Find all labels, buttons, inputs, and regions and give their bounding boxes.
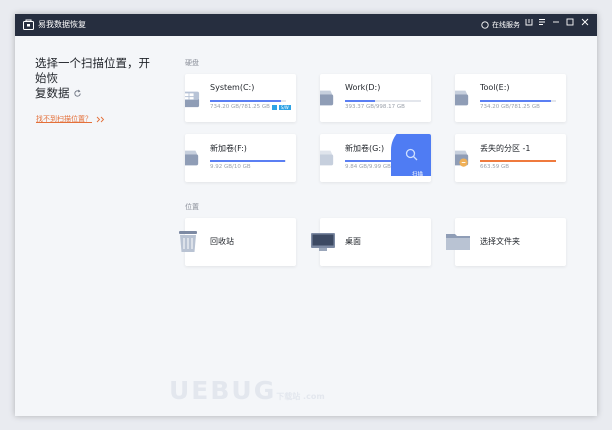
hard-drive-icon — [455, 90, 469, 106]
watermark-main: UEBUG — [169, 376, 277, 405]
disk-size: 9.92 GB/10 GB — [210, 164, 251, 170]
disk-usage-fill — [345, 100, 375, 102]
location-name: 桌面 — [345, 237, 361, 246]
disk-usage-bar — [210, 160, 286, 162]
location-desktop[interactable]: 桌面 — [311, 218, 431, 266]
folder-icon — [446, 234, 470, 250]
disk-usage-bar — [480, 160, 556, 162]
windows-drive-icon — [185, 91, 200, 108]
upload-icon — [525, 19, 533, 26]
heading-line-1: 选择一个扫描位置，开始恢 — [35, 56, 150, 85]
location-name: 回收站 — [210, 237, 234, 246]
maximize-button[interactable] — [563, 17, 577, 32]
disk-card-f[interactable]: 新加卷(F:) 9.92 GB/10 GB — [185, 134, 296, 182]
disk-name: 新加卷(G:) — [345, 144, 385, 153]
menu-icon — [539, 19, 545, 25]
location-name: 选择文件夹 — [480, 237, 520, 246]
disk-usage-fill — [480, 100, 552, 102]
hard-drive-icon — [320, 90, 334, 106]
windows-badge-icon — [271, 104, 277, 110]
upload-button[interactable] — [522, 17, 536, 32]
minimize-icon — [553, 21, 559, 23]
close-icon — [581, 18, 589, 26]
online-service-label: 在线服务 — [492, 21, 520, 29]
heading-line-2: 复数据 — [35, 86, 70, 100]
disk-size: 734.20 GB/781.25 GB S/W — [210, 104, 291, 110]
disk-card-lost-partition[interactable]: 丢失的分区 -1 663.59 GB — [455, 134, 566, 182]
disk-size: 663.59 GB — [480, 164, 510, 170]
disk-name: System(C:) — [210, 83, 255, 92]
cant-find-location-link[interactable]: 找不到扫描位置？ — [36, 114, 105, 124]
disk-size-text: 734.20 GB/781.25 GB — [210, 104, 270, 110]
page-heading: 选择一个扫描位置，开始恢 复数据 — [35, 56, 160, 101]
disk-usage-fill — [210, 160, 286, 162]
location-choose-folder[interactable]: 选择文件夹 — [446, 218, 566, 266]
double-chevron-right-icon — [96, 116, 105, 122]
disk-usage-bar — [480, 100, 556, 102]
disk-usage-bar — [210, 100, 286, 102]
maximize-icon — [566, 18, 574, 26]
app-title: 易我数据恢复 — [38, 20, 86, 29]
refresh-icon[interactable] — [73, 89, 82, 98]
cant-find-location-label: 找不到扫描位置？ — [36, 115, 92, 123]
watermark-sub: 下载站 .com — [276, 392, 325, 401]
hard-drive-icon — [320, 150, 334, 166]
recycle-bin-icon — [179, 231, 197, 252]
disk-card-g[interactable]: 新加卷(G:) 9.84 GB/9.99 GB 扫描 — [320, 134, 431, 182]
disk-size: 393.37 GB/998.17 GB — [345, 104, 405, 110]
system-badge: S/W — [278, 104, 291, 110]
disk-usage-fill — [210, 100, 282, 102]
app-window: 易我数据恢复 在线服务 选择一个扫描位置，开始恢 复数据 找不到扫描位置？ 硬盘… — [15, 14, 597, 416]
location-recycle-bin[interactable]: 回收站 — [179, 218, 296, 266]
disk-card-c[interactable]: System(C:) 734.20 GB/781.25 GB S/W — [185, 74, 296, 122]
watermark: UEBUG下载站 .com — [169, 376, 325, 405]
close-button[interactable] — [578, 17, 592, 32]
online-service-button[interactable]: 在线服务 — [481, 18, 520, 32]
locations-section-label: 位置 — [185, 203, 199, 211]
minimize-button[interactable] — [549, 17, 563, 32]
disk-name: 丢失的分区 -1 — [480, 144, 531, 153]
title-bar: 易我数据恢复 在线服务 — [15, 14, 597, 36]
disk-size: 734.20 GB/781.25 GB — [480, 104, 540, 110]
scan-magnifier-icon — [405, 148, 418, 161]
disks-section-label: 硬盘 — [185, 59, 199, 67]
disk-name: Tool(E:) — [480, 83, 510, 92]
desktop-monitor-icon — [311, 233, 335, 251]
lost-partition-drive-icon — [455, 150, 469, 167]
hard-drive-icon — [185, 150, 199, 166]
scan-label: 扫描 — [411, 172, 423, 178]
disk-size: 9.84 GB/9.99 GB — [345, 164, 391, 170]
menu-button[interactable] — [535, 17, 549, 32]
disk-card-d[interactable]: Work(D:) 393.37 GB/998.17 GB — [320, 74, 431, 122]
disk-usage-bar — [345, 100, 421, 102]
disk-card-e[interactable]: Tool(E:) 734.20 GB/781.25 GB — [455, 74, 566, 122]
disk-name: 新加卷(F:) — [210, 144, 247, 153]
headset-icon — [481, 21, 489, 29]
app-logo-icon — [23, 19, 34, 30]
disk-name: Work(D:) — [345, 83, 381, 92]
disk-usage-fill — [480, 160, 556, 162]
